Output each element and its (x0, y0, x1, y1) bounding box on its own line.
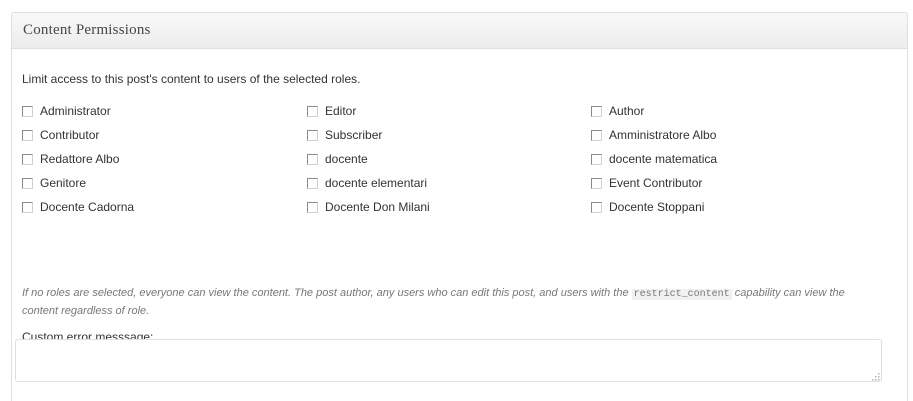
role-label: Event Contributor (609, 176, 703, 190)
checkbox-redattore-albo[interactable] (22, 153, 33, 165)
custom-error-textarea[interactable] (15, 339, 882, 382)
checkbox-genitore[interactable] (22, 177, 33, 189)
role-label: Amministratore Albo (609, 128, 717, 142)
checkbox-amministratore-albo[interactable] (591, 129, 602, 141)
checkbox-author[interactable] (591, 105, 602, 117)
role-label: docente elementari (325, 176, 428, 190)
checkbox-administrator[interactable] (22, 105, 33, 117)
role-label: Contributor (40, 128, 100, 142)
checkbox-contributor[interactable] (22, 129, 33, 141)
role-amministratore-albo[interactable]: Amministratore Albo (591, 128, 716, 142)
checkbox-docente-elementari[interactable] (307, 177, 318, 189)
checkbox-docente-matematica[interactable] (591, 153, 602, 165)
role-label: Administrator (40, 104, 111, 118)
role-docente-cadorna[interactable]: Docente Cadorna (22, 200, 134, 214)
checkbox-editor[interactable] (307, 105, 318, 117)
role-label: docente (325, 152, 368, 166)
role-label: Editor (325, 104, 357, 118)
role-label: Author (609, 104, 645, 118)
intro-text: Limit access to this post's content to u… (22, 72, 361, 86)
checkbox-subscriber[interactable] (307, 129, 318, 141)
role-label: docente matematica (609, 152, 718, 166)
role-docente-matematica[interactable]: docente matematica (591, 152, 717, 166)
roles-help-note: If no roles are selected, everyone can v… (22, 285, 882, 319)
role-docente[interactable]: docente (307, 152, 368, 166)
role-administrator[interactable]: Administrator (22, 104, 111, 118)
checkbox-event-contributor[interactable] (591, 177, 602, 189)
role-docente-stoppani[interactable]: Docente Stoppani (591, 200, 704, 214)
role-label: Redattore Albo (40, 152, 120, 166)
role-docente-don-milani[interactable]: Docente Don Milani (307, 200, 430, 214)
resize-grip-icon[interactable] (871, 372, 880, 381)
role-label: Subscriber (325, 128, 383, 142)
role-contributor[interactable]: Contributor (22, 128, 99, 142)
capability-code: restrict_content (631, 289, 732, 300)
checkbox-docente-cadorna[interactable] (22, 201, 33, 213)
role-subscriber[interactable]: Subscriber (307, 128, 382, 142)
role-docente-elementari[interactable]: docente elementari (307, 176, 427, 190)
role-author[interactable]: Author (591, 104, 644, 118)
role-redattore-albo[interactable]: Redattore Albo (22, 152, 119, 166)
metabox-header[interactable]: Content Permissions (12, 13, 907, 49)
role-event-contributor[interactable]: Event Contributor (591, 176, 702, 190)
note-part-1: If no roles are selected, everyone can v… (22, 287, 629, 299)
checkbox-docente-don-milani[interactable] (307, 201, 318, 213)
role-label: Docente Don Milani (325, 200, 430, 214)
checkbox-docente-stoppani[interactable] (591, 201, 602, 213)
role-genitore[interactable]: Genitore (22, 176, 86, 190)
role-label: Genitore (40, 176, 87, 190)
checkbox-docente[interactable] (307, 153, 318, 165)
role-label: Docente Cadorna (40, 200, 135, 214)
role-label: Docente Stoppani (609, 200, 705, 214)
metabox-title: Content Permissions (23, 22, 151, 38)
role-editor[interactable]: Editor (307, 104, 356, 118)
